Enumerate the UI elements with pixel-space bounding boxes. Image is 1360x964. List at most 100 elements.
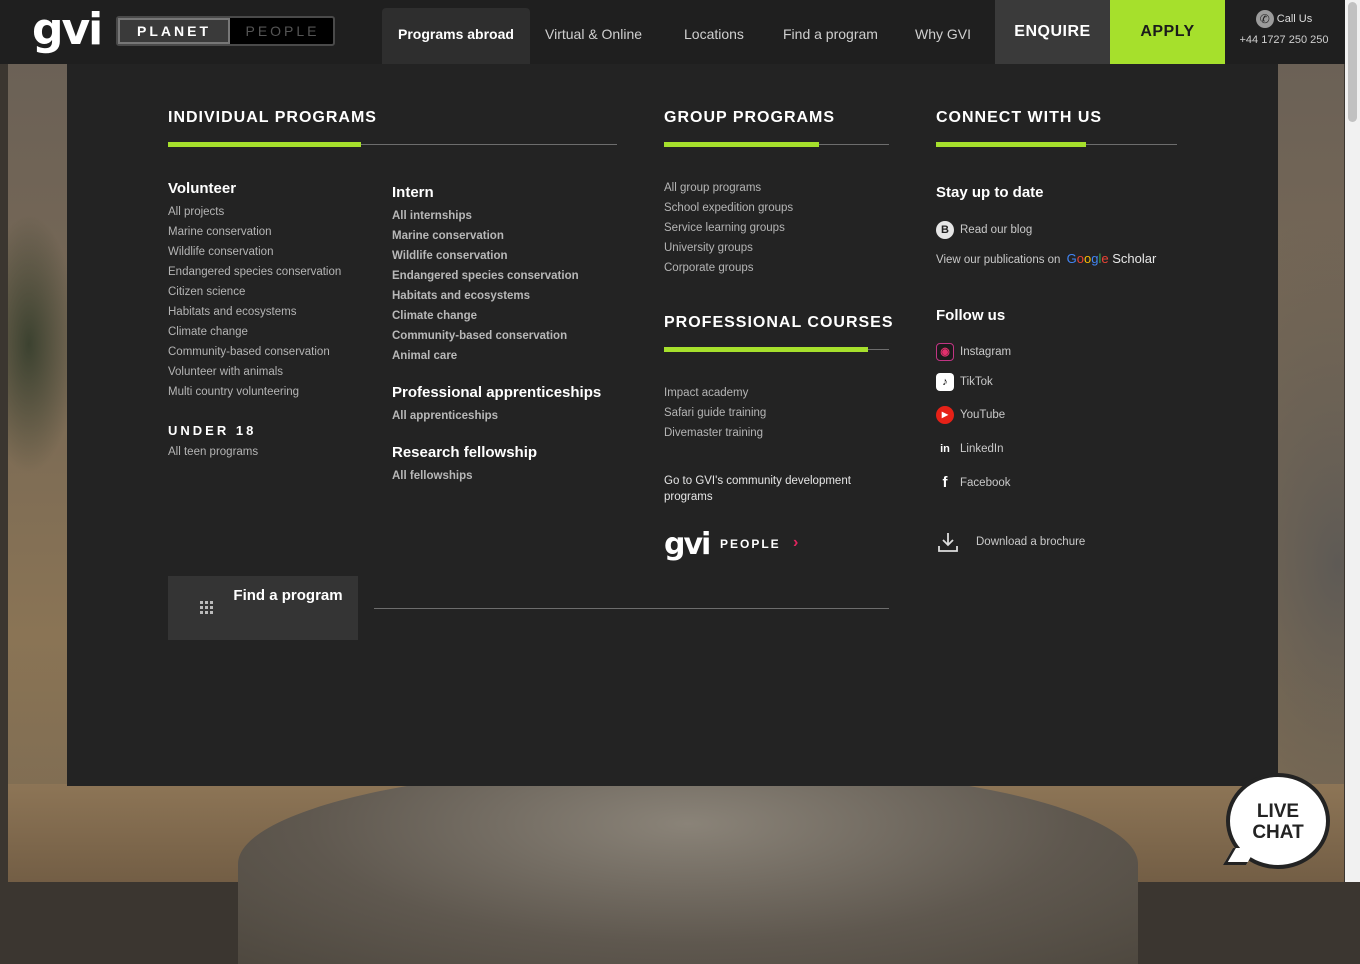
facebook-icon: f [942, 473, 948, 491]
linkedin-label: LinkedIn [960, 443, 1004, 455]
live-chat-line2: CHAT [1252, 822, 1304, 843]
stay-up-to-date-heading: Stay up to date [936, 184, 1044, 201]
live-chat-line1: LIVE [1256, 801, 1300, 822]
google-scholar-logo: Google Scholar [1066, 251, 1157, 266]
instagram-icon: ◉ [936, 342, 954, 361]
grid-icon [200, 601, 214, 615]
phone-icon: ✆ [1255, 10, 1274, 28]
list-item[interactable]: Wildlife conservation [168, 242, 341, 262]
list-item[interactable]: Service learning groups [664, 218, 793, 238]
page-scrollbar[interactable] [1345, 0, 1360, 882]
toggle-planet[interactable]: PLANET [118, 18, 230, 44]
nav-why-gvi[interactable]: Why GVI [899, 8, 987, 64]
tiktok-icon: ♪ [936, 372, 954, 391]
nav-find-a-program[interactable]: Find a program [767, 8, 894, 64]
list-item[interactable]: Endangered species conservation [168, 262, 341, 282]
list-item[interactable]: Divemaster training [664, 423, 766, 443]
chevron-right-icon[interactable]: › [793, 534, 798, 552]
intern-list: All internships Marine conservation Wild… [392, 206, 579, 366]
individual-programs-rule [168, 142, 617, 147]
linkedin-icon: in [940, 442, 950, 455]
list-item[interactable]: School expedition groups [664, 198, 793, 218]
tiktok-link[interactable]: ♪ TikTok [936, 372, 993, 392]
live-chat-button[interactable]: LIVE CHAT [1226, 773, 1330, 869]
under-18-list: All teen programs [168, 442, 258, 462]
download-icon [936, 530, 960, 554]
apprenticeships-list: All apprenticeships [392, 406, 498, 426]
list-item[interactable]: All internships [392, 206, 579, 226]
youtube-label: YouTube [960, 409, 1006, 421]
list-item[interactable]: Safari guide training [664, 403, 766, 423]
list-item[interactable]: Animal care [392, 346, 579, 366]
scrollbar-thumb[interactable] [1348, 2, 1357, 122]
call-us-label: Call Us [1276, 12, 1313, 25]
blogger-icon: B [936, 220, 954, 239]
list-item[interactable]: Community-based conservation [168, 342, 341, 362]
facebook-link[interactable]: f Facebook [936, 473, 1011, 493]
gvi-logo[interactable]: gvi [32, 8, 103, 52]
volunteer-heading[interactable]: Volunteer [168, 180, 236, 197]
list-item[interactable]: Wildlife conservation [392, 246, 579, 266]
research-fellowship-heading[interactable]: Research fellowship [392, 444, 537, 461]
read-our-blog-link[interactable]: B Read our blog [936, 220, 1032, 240]
tiktok-label: TikTok [960, 376, 993, 388]
list-item[interactable]: Habitats and ecosystems [392, 286, 579, 306]
group-programs-rule [664, 142, 889, 147]
list-item[interactable]: Endangered species conservation [392, 266, 579, 286]
linkedin-link[interactable]: in LinkedIn [936, 439, 1003, 459]
list-item[interactable]: All projects [168, 202, 341, 222]
list-item[interactable]: Corporate groups [664, 258, 793, 278]
call-us[interactable]: ✆ Call Us +44 1727 250 250 [1232, 10, 1336, 46]
list-item[interactable]: Climate change [392, 306, 579, 326]
people-label[interactable]: PEOPLE [720, 537, 781, 551]
connect-rule [936, 142, 1177, 147]
apprenticeships-heading[interactable]: Professional apprenticeships [392, 384, 601, 401]
professional-courses-rule [664, 347, 889, 352]
find-program-divider [374, 608, 889, 609]
list-item[interactable]: Community-based conservation [392, 326, 579, 346]
list-item[interactable]: All teen programs [168, 442, 258, 462]
connect-with-us-title: CONNECT WITH US [936, 109, 1103, 126]
follow-us-heading: Follow us [936, 307, 1006, 324]
professional-courses-title: PROFESSIONAL COURSES [664, 314, 894, 331]
gvi-people-logo[interactable]: gvi [664, 528, 711, 562]
download-brochure-link[interactable]: Download a brochure [936, 530, 1086, 552]
find-a-program-button[interactable]: Find a program [168, 576, 358, 640]
find-a-program-label: Find a program [233, 587, 343, 604]
list-item[interactable]: All group programs [664, 178, 793, 198]
brochure-label: Download a brochure [976, 536, 1086, 549]
nav-virtual-online[interactable]: Virtual & Online [529, 8, 658, 64]
toggle-people[interactable]: PEOPLE [232, 18, 333, 44]
nav-locations[interactable]: Locations [668, 8, 760, 64]
intern-heading[interactable]: Intern [392, 184, 434, 201]
under-18-heading: UNDER 18 [168, 423, 257, 438]
programs-mega-menu: INDIVIDUAL PROGRAMS Volunteer All projec… [67, 64, 1278, 786]
phone-number[interactable]: +44 1727 250 250 [1232, 34, 1336, 46]
instagram-label: Instagram [960, 346, 1012, 358]
list-item[interactable]: Climate change [168, 322, 341, 342]
list-item[interactable]: Citizen science [168, 282, 341, 302]
apply-button[interactable]: APPLY [1110, 0, 1225, 64]
list-item[interactable]: All fellowships [392, 466, 473, 486]
list-item[interactable]: Marine conservation [168, 222, 341, 242]
list-item[interactable]: Volunteer with animals [168, 362, 341, 382]
list-item[interactable]: Multi country volunteering [168, 382, 341, 402]
list-item[interactable]: University groups [664, 238, 793, 258]
individual-programs-title: INDIVIDUAL PROGRAMS [168, 109, 377, 126]
enquire-button[interactable]: ENQUIRE [995, 0, 1110, 64]
list-item[interactable]: Impact academy [664, 383, 766, 403]
nav-programs-abroad[interactable]: Programs abroad [382, 8, 530, 64]
group-programs-title: GROUP PROGRAMS [664, 109, 836, 126]
blog-label: Read our blog [960, 224, 1033, 236]
youtube-icon: ▶ [936, 405, 954, 424]
community-development-link[interactable]: Go to GVI's community development progra… [664, 473, 864, 505]
professional-courses-list: Impact academy Safari guide training Div… [664, 383, 766, 443]
instagram-link[interactable]: ◉ Instagram [936, 342, 1011, 362]
list-item[interactable]: All apprenticeships [392, 406, 498, 426]
google-scholar-link[interactable]: View our publications on Google Scholar [936, 249, 1156, 269]
list-item[interactable]: Habitats and ecosystems [168, 302, 341, 322]
planet-people-toggle[interactable]: PLANET PEOPLE [116, 16, 335, 46]
list-item[interactable]: Marine conservation [392, 226, 579, 246]
research-fellowship-list: All fellowships [392, 466, 473, 486]
youtube-link[interactable]: ▶ YouTube [936, 405, 1005, 425]
